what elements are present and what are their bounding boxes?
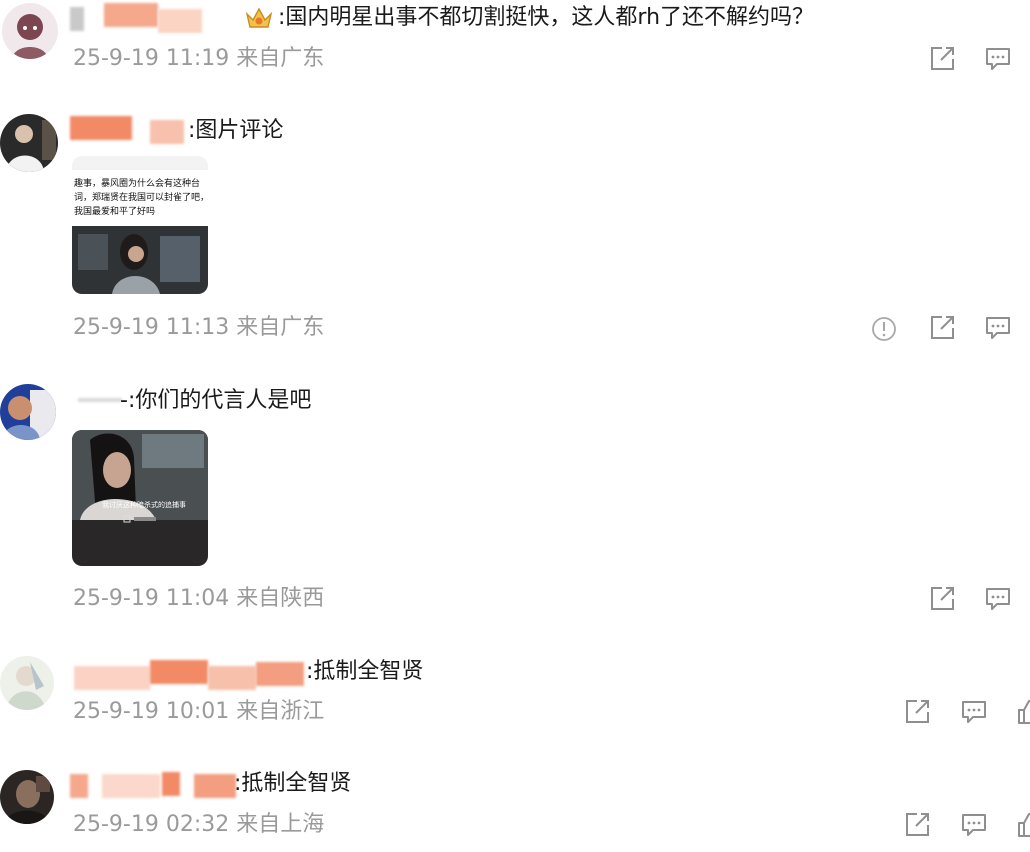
comment-meta: 25-9-19 11:04 来自陕西 — [73, 586, 325, 611]
share-icon[interactable] — [928, 314, 956, 342]
svg-text:我讨厌这种暗杀式的追捕事: 我讨厌这种暗杀式的追捕事 — [102, 500, 186, 509]
comment-image[interactable]: 趣事，暴风圈为什么会有这种台 词，郑瑞贤在我国可以封雀了吧， 我国最爱和平了好吗 — [72, 156, 208, 294]
comment-text: :抵制全智贤 — [234, 771, 352, 796]
comment-text: -:你们的代言人是吧 — [120, 388, 312, 413]
share-icon[interactable] — [903, 698, 931, 726]
comment-icon[interactable] — [984, 585, 1012, 613]
svg-text:我国最爱和平了好吗: 我国最爱和平了好吗 — [74, 205, 155, 217]
like-icon[interactable] — [1016, 811, 1030, 839]
report-icon[interactable] — [870, 315, 898, 343]
comment-icon[interactable] — [960, 811, 988, 839]
comment-image[interactable]: 我讨厌这种暗杀式的追捕事 — [72, 430, 208, 566]
comment-icon[interactable] — [960, 698, 988, 726]
comment-meta: 25-9-19 11:13 来自广东 — [73, 315, 325, 340]
comment-text: :国内明星出事不都切割挺快，这人都rh了还不解约吗？ — [278, 5, 815, 30]
share-icon[interactable] — [903, 811, 931, 839]
vip-crown-icon — [244, 5, 274, 33]
svg-text:词，郑瑞贤在我国可以封雀了吧，: 词，郑瑞贤在我国可以封雀了吧， — [74, 191, 208, 203]
like-icon[interactable] — [1016, 698, 1030, 726]
share-icon[interactable] — [928, 45, 956, 73]
comment-icon[interactable] — [984, 45, 1012, 73]
comment-meta: 25-9-19 11:19 来自广东 — [73, 46, 325, 71]
comment-text: :图片评论 — [188, 118, 284, 143]
comment-meta: 25-9-19 02:32 来自上海 — [73, 812, 325, 837]
comment-text: :抵制全智贤 — [306, 659, 424, 684]
svg-text:趣事，暴风圈为什么会有这种台: 趣事，暴风圈为什么会有这种台 — [74, 177, 200, 189]
avatar[interactable] — [0, 656, 54, 710]
comment-icon[interactable] — [984, 314, 1012, 342]
avatar[interactable] — [0, 114, 58, 172]
share-icon[interactable] — [928, 585, 956, 613]
comment-meta: 25-9-19 10:01 来自浙江 — [73, 699, 325, 724]
avatar[interactable] — [0, 770, 54, 824]
avatar[interactable] — [2, 3, 58, 59]
avatar[interactable] — [0, 384, 56, 440]
